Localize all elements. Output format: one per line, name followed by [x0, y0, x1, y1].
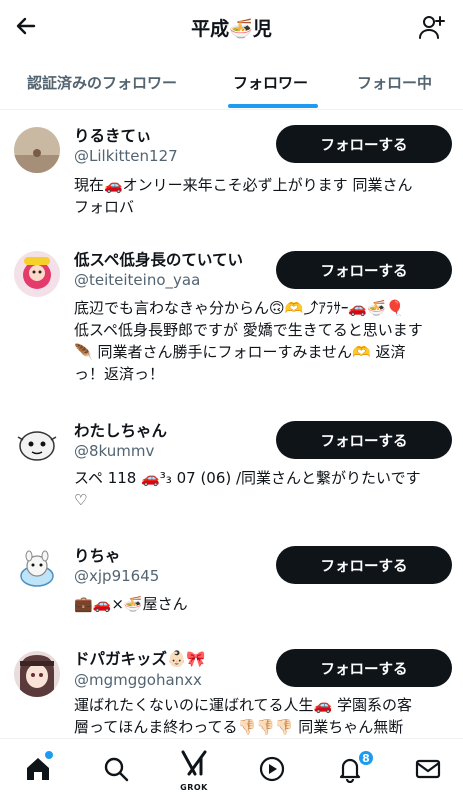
follow-button[interactable]: フォローする	[276, 251, 452, 289]
follower-name: りちゃ	[74, 547, 121, 565]
home-icon	[27, 758, 49, 780]
person-plus-icon	[419, 16, 445, 39]
notification-badge: 8	[357, 749, 375, 767]
follower-bio: 💼🚗×🍜屋さん	[74, 595, 188, 613]
nav-search[interactable]	[100, 753, 132, 785]
nav-video[interactable]	[256, 753, 288, 785]
follow-button[interactable]: フォローする	[276, 421, 452, 459]
follower-name: ドパガキッズ👶🏻🎀	[74, 650, 206, 668]
tab-bar: 認証済みのフォロワー フォロワー フォロー中	[0, 56, 463, 110]
play-icon	[259, 756, 285, 782]
follower-bio: スペ 118 🚗³₃ 07 (06) /同業さんと繋がりたいです ♡	[74, 469, 421, 509]
follower-handle: @8kummv	[74, 442, 155, 460]
avatar[interactable]	[14, 421, 60, 467]
nav-grok[interactable]	[178, 747, 210, 779]
follow-button[interactable]: フォローする	[276, 649, 452, 687]
follow-button[interactable]: フォローする	[276, 546, 452, 584]
grok-icon	[181, 750, 207, 776]
tab-followers[interactable]: フォロワー	[233, 72, 308, 93]
avatar[interactable]	[14, 127, 60, 173]
avatar[interactable]	[14, 251, 60, 297]
bottom-navigation: GROK 8	[0, 738, 463, 800]
tab-following[interactable]: フォロー中	[357, 72, 432, 93]
avatar[interactable]	[14, 546, 60, 592]
tab-verified-followers[interactable]: 認証済みのフォロワー	[27, 72, 177, 93]
follow-button[interactable]: フォローする	[276, 125, 452, 163]
follower-handle: @Lilkitten127	[74, 147, 178, 165]
avatar[interactable]	[14, 651, 60, 697]
page-title: 平成🍜児	[191, 18, 272, 40]
search-icon	[104, 757, 129, 782]
add-account-button[interactable]	[417, 12, 447, 42]
follower-bio: 運ばれたくないのに運ばれてる人生🚗 学園系の客 層ってほんま終わってる👎🏻👎🏻👎…	[74, 696, 412, 736]
nav-messages[interactable]	[412, 753, 444, 785]
follower-bio: 底辺でも言わなきゃ分からん🙃🫶⤴︎ｱﾗｻｰ🚗🍜🎈 低スペ低身長野郎ですが 愛嬌で…	[74, 299, 423, 383]
home-unread-dot	[45, 751, 53, 759]
follower-handle: @mgmggohanxx	[74, 671, 202, 689]
follower-handle: @teiteiteino_yaa	[74, 271, 201, 289]
mail-icon	[415, 759, 441, 779]
follower-bio: 現在🚗オンリー来年こそ必ず上がります 同業さん フォロバ	[74, 176, 413, 216]
follower-name: りるきてぃ	[74, 127, 152, 145]
active-tab-indicator	[228, 104, 318, 108]
top-app-bar: 平成🍜児	[0, 0, 463, 54]
follower-name: わたしちゃん	[74, 422, 168, 440]
follower-handle: @xjp91645	[74, 567, 160, 585]
grok-label: GROK	[180, 783, 208, 792]
follower-list: りるきてぃ @Lilkitten127 フォローする 現在🚗オンリー来年こそ必ず…	[0, 111, 463, 738]
follower-name: 低スペ低身長のていてい	[74, 251, 243, 269]
